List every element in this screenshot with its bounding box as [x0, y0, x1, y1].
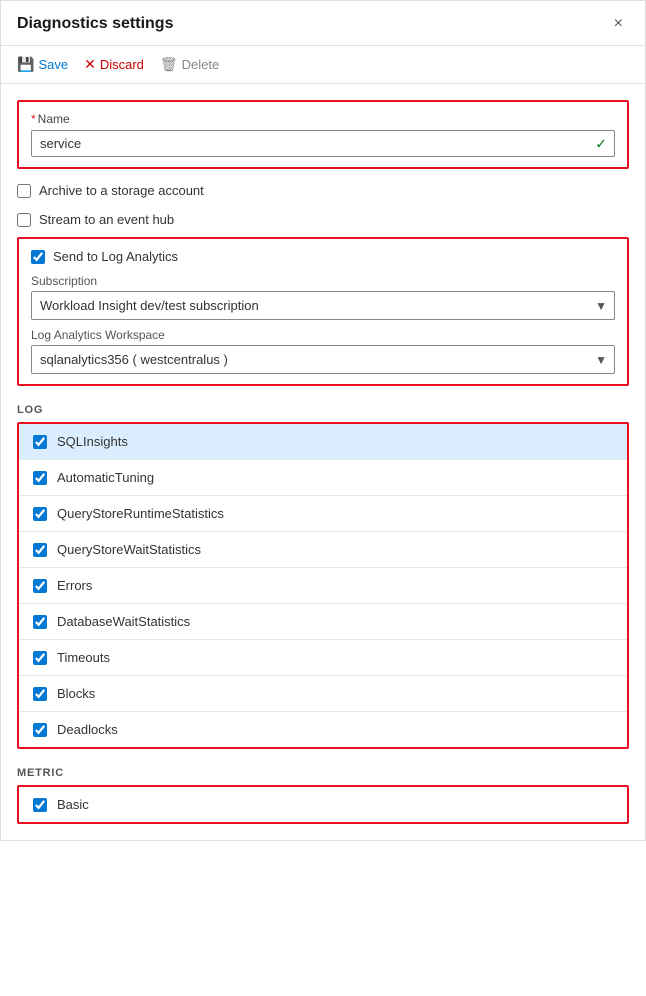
log-label-sqlinsights: SQLInsights [57, 434, 128, 449]
metric-row: Basic [19, 787, 627, 822]
metric-label-basic: Basic [57, 797, 89, 812]
subscription-select[interactable]: Workload Insight dev/test subscription [31, 291, 615, 320]
workspace-select-wrapper: sqlanalytics356 ( westcentralus ) ▼ [31, 345, 615, 374]
stream-label: Stream to an event hub [39, 212, 174, 227]
log-row: AutomaticTuning [19, 460, 627, 496]
subscription-select-wrapper: Workload Insight dev/test subscription ▼ [31, 291, 615, 320]
metric-section-header: METRIC [17, 767, 629, 779]
log-row: Blocks [19, 676, 627, 712]
log-checkbox-sqlinsights[interactable] [33, 435, 47, 449]
log-row: DatabaseWaitStatistics [19, 604, 627, 640]
log-label-querystorewaitstatistics: QueryStoreWaitStatistics [57, 542, 201, 557]
log-checkbox-databasewaitstatistics[interactable] [33, 615, 47, 629]
log-checkbox-blocks[interactable] [33, 687, 47, 701]
log-checkbox-querystoreruntimestatistics[interactable] [33, 507, 47, 521]
log-label-automatictuning: AutomaticTuning [57, 470, 154, 485]
log-analytics-label: Send to Log Analytics [53, 249, 178, 264]
log-row: Errors [19, 568, 627, 604]
archive-checkbox[interactable] [17, 184, 31, 198]
log-analytics-header: Send to Log Analytics [31, 249, 615, 264]
toolbar: 💾 Save ✕ Discard 🗑 Delete [1, 46, 645, 84]
log-checkbox-automatictuning[interactable] [33, 471, 47, 485]
log-label-databasewaitstatistics: DatabaseWaitStatistics [57, 614, 190, 629]
log-analytics-section: Send to Log Analytics Subscription Workl… [17, 237, 629, 386]
archive-label: Archive to a storage account [39, 183, 204, 198]
log-label-querystoreruntimestatistics: QueryStoreRuntimeStatistics [57, 506, 224, 521]
log-checkbox-timeouts[interactable] [33, 651, 47, 665]
save-button[interactable]: 💾 Save [17, 54, 68, 75]
close-button[interactable]: × [608, 13, 629, 35]
archive-row: Archive to a storage account [17, 183, 629, 198]
metric-section-box: Basic [17, 785, 629, 824]
log-label-timeouts: Timeouts [57, 650, 110, 665]
log-row: SQLInsights [19, 424, 627, 460]
log-row: Timeouts [19, 640, 627, 676]
stream-checkbox[interactable] [17, 213, 31, 227]
workspace-select[interactable]: sqlanalytics356 ( westcentralus ) [31, 345, 615, 374]
input-check-icon: ✓ [595, 135, 607, 152]
log-row: Deadlocks [19, 712, 627, 747]
log-checkbox-deadlocks[interactable] [33, 723, 47, 737]
log-checkbox-errors[interactable] [33, 579, 47, 593]
log-row: QueryStoreWaitStatistics [19, 532, 627, 568]
name-input[interactable] [31, 130, 615, 157]
subscription-field: Subscription Workload Insight dev/test s… [31, 274, 615, 320]
delete-label: Delete [182, 57, 220, 72]
content-area: *Name ✓ Archive to a storage account Str… [1, 100, 645, 840]
log-label-errors: Errors [57, 578, 92, 593]
name-input-wrapper: ✓ [31, 130, 615, 157]
log-analytics-checkbox[interactable] [31, 250, 45, 264]
delete-icon: 🗑 [160, 56, 178, 73]
save-label: Save [38, 57, 68, 72]
panel-title: Diagnostics settings [17, 15, 173, 33]
stream-row: Stream to an event hub [17, 212, 629, 227]
log-section-header: LOG [17, 404, 629, 416]
delete-button[interactable]: 🗑 Delete [160, 54, 219, 75]
workspace-label: Log Analytics Workspace [31, 328, 615, 342]
save-icon: 💾 [17, 56, 34, 73]
metric-checkbox-basic[interactable] [33, 798, 47, 812]
workspace-field: Log Analytics Workspace sqlanalytics356 … [31, 328, 615, 374]
log-section-box: SQLInsights AutomaticTuning QueryStoreRunt… [17, 422, 629, 749]
name-section: *Name ✓ [17, 100, 629, 169]
diagnostics-panel: Diagnostics settings × 💾 Save ✕ Discard … [0, 0, 646, 841]
panel-header: Diagnostics settings × [1, 1, 645, 46]
discard-label: Discard [100, 57, 144, 72]
log-label-deadlocks: Deadlocks [57, 722, 118, 737]
log-checkbox-querystorewaitstatistics[interactable] [33, 543, 47, 557]
subscription-label: Subscription [31, 274, 615, 288]
log-label-blocks: Blocks [57, 686, 95, 701]
discard-button[interactable]: ✕ Discard [84, 54, 144, 75]
log-row: QueryStoreRuntimeStatistics [19, 496, 627, 532]
discard-icon: ✕ [84, 56, 96, 73]
name-label: *Name [31, 112, 615, 126]
required-star: * [31, 112, 36, 126]
